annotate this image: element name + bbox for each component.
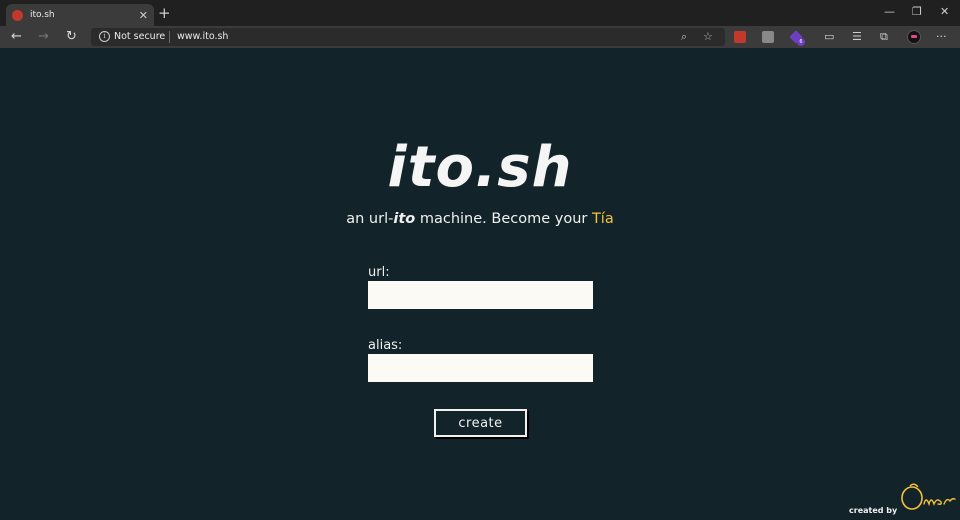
favicon-icon — [12, 9, 23, 21]
tagline-middle: machine. Become your — [415, 211, 592, 227]
alias-label: alias: — [368, 338, 403, 353]
ublock-extension-icon[interactable] — [734, 31, 746, 43]
minimize-button[interactable]: — — [884, 5, 895, 19]
close-tab-icon[interactable]: ✕ — [139, 10, 148, 21]
address-divider — [169, 31, 170, 43]
tab-bar: ito.sh ✕ + — ❐ ✕ — [0, 0, 960, 26]
tagline-prefix: an url- — [346, 211, 394, 227]
created-by-label: created by — [849, 506, 898, 515]
close-window-button[interactable]: ✕ — [940, 5, 949, 19]
security-status[interactable]: Not secure — [114, 31, 165, 42]
browser-toolbar: ← → ↻ i Not secure www.ito.sh ⌕ ☆ 6 ▭ ☰ … — [0, 26, 960, 48]
address-bar[interactable]: i Not secure www.ito.sh ⌕ ☆ — [91, 28, 725, 46]
site-logo: ito.sh — [387, 135, 573, 200]
profile-avatar[interactable] — [907, 30, 921, 44]
url-label: url: — [368, 265, 390, 280]
new-tab-button[interactable]: + — [158, 5, 171, 21]
tab-title: ito.sh — [30, 10, 55, 20]
tagline: an url-ito machine. Become your Tía — [0, 211, 960, 227]
more-menu-icon[interactable]: ··· — [936, 30, 947, 44]
create-button[interactable]: create — [434, 409, 527, 437]
tab-ito-sh[interactable]: ito.sh ✕ — [6, 4, 154, 26]
extension-badge: 6 — [797, 38, 805, 46]
reload-button[interactable]: ↻ — [66, 29, 77, 45]
cast-icon[interactable]: ▭ — [824, 30, 834, 44]
info-icon[interactable]: i — [99, 31, 110, 42]
favorites-icon[interactable]: ☰ — [852, 30, 862, 44]
alias-input[interactable] — [368, 354, 593, 382]
url-input[interactable] — [368, 281, 593, 309]
back-button[interactable]: ← — [11, 29, 22, 45]
page-content: ito.sh an url-ito machine. Become your T… — [0, 48, 960, 520]
forward-button[interactable]: → — [38, 29, 49, 45]
tagline-tia: Tía — [591, 211, 614, 227]
collections-icon[interactable]: ⧉ — [880, 30, 888, 44]
omar-signature-logo[interactable] — [898, 482, 958, 514]
url-text[interactable]: www.ito.sh — [177, 31, 228, 42]
restore-button[interactable]: ❐ — [912, 5, 922, 19]
extension-icon[interactable] — [762, 31, 774, 43]
zoom-icon[interactable]: ⌕ — [681, 30, 687, 43]
tagline-ito: ito — [393, 211, 416, 227]
favorite-star-icon[interactable]: ☆ — [703, 30, 713, 43]
